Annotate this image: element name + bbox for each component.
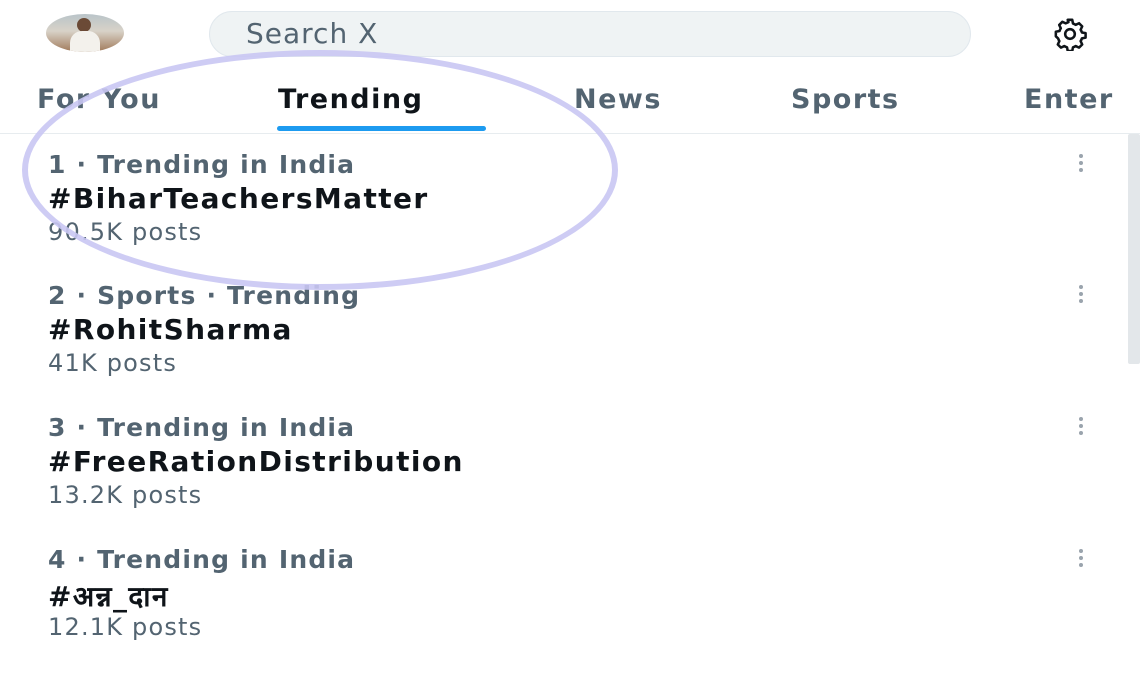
search-input[interactable]: Search X: [209, 11, 971, 57]
trend-item[interactable]: 2 · Sports · Trending #RohitSharma 41K p…: [0, 265, 1130, 397]
tab-entertainment[interactable]: Enter: [1024, 84, 1114, 115]
explore-tabs: For You Trending News Sports Enter: [0, 78, 1140, 134]
trend-post-count: 12.1K posts: [48, 613, 203, 641]
trend-name[interactable]: #FreeRationDistribution: [48, 445, 464, 478]
settings-button[interactable]: [1040, 16, 1100, 52]
top-bar: Search X: [0, 0, 1140, 70]
tab-trending[interactable]: Trending: [278, 84, 423, 115]
trend-name[interactable]: #BiharTeachersMatter: [48, 182, 429, 215]
trend-item[interactable]: 3 · Trending in India #FreeRationDistrib…: [0, 397, 1130, 529]
explore-screen: Search X For You Trending News Sports En…: [0, 0, 1140, 686]
trend-name[interactable]: #अन्न_दान: [48, 577, 169, 615]
trend-name[interactable]: #RohitSharma: [48, 313, 293, 346]
trend-item[interactable]: 1 · Trending in India #BiharTeachersMatt…: [0, 134, 1130, 266]
tab-for-you[interactable]: For You: [37, 84, 161, 115]
active-tab-indicator: [277, 126, 486, 131]
trend-context: 2 · Sports · Trending: [48, 281, 361, 310]
trend-item[interactable]: 4 · Trending in India #अन्न_दान 12.1K po…: [0, 529, 1130, 661]
more-vertical-icon[interactable]: [1070, 152, 1092, 174]
tab-news[interactable]: News: [574, 84, 662, 115]
more-vertical-icon[interactable]: [1070, 283, 1092, 305]
trend-post-count: 41K posts: [48, 349, 178, 377]
avatar[interactable]: [46, 14, 124, 52]
trend-context: 1 · Trending in India: [48, 150, 356, 179]
trend-context: 4 · Trending in India: [48, 545, 356, 574]
avatar-body: [70, 31, 100, 52]
scrollbar[interactable]: [1128, 134, 1140, 364]
trend-context: 3 · Trending in India: [48, 413, 356, 442]
trend-post-count: 13.2K posts: [48, 481, 203, 509]
more-vertical-icon[interactable]: [1070, 547, 1092, 569]
gear-icon: [1054, 18, 1087, 51]
trends-list: 1 · Trending in India #BiharTeachersMatt…: [0, 134, 1140, 686]
search-placeholder: Search X: [246, 17, 379, 50]
trend-post-count: 90.5K posts: [48, 218, 203, 246]
more-vertical-icon[interactable]: [1070, 415, 1092, 437]
avatar-head: [77, 18, 91, 32]
tab-sports[interactable]: Sports: [791, 84, 900, 115]
